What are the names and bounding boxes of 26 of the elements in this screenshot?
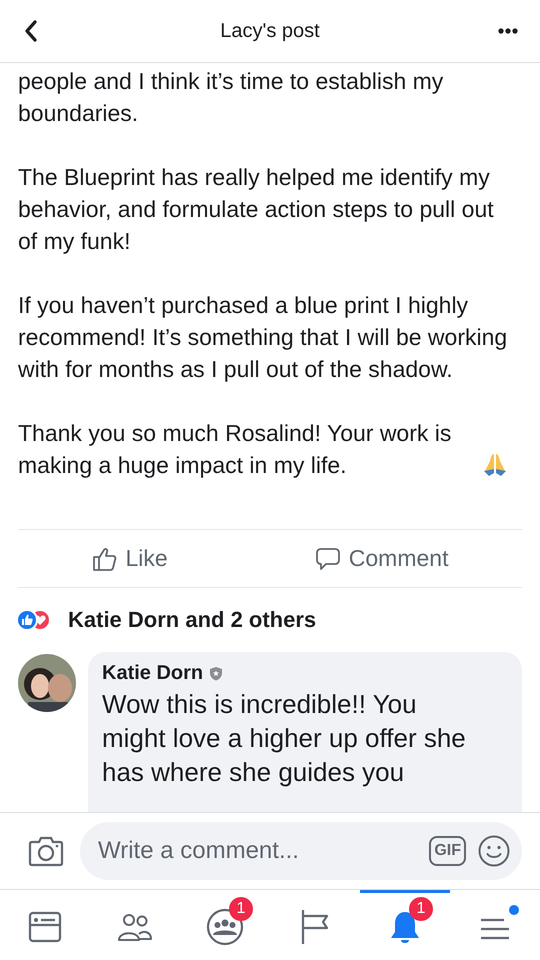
post-text: If you haven’t purchased a blue print I highly recommend! It’s something that I will be working with for months as I pull out of the shadow. xyxy=(18,292,508,382)
comment-input-field[interactable]: Write a comment... GIF xyxy=(80,822,522,880)
gif-button[interactable]: GIF xyxy=(429,836,466,866)
speech-bubble-icon xyxy=(314,546,341,572)
camera-icon[interactable] xyxy=(28,835,64,867)
post-text: people and I think it’s time to establish my boundaries. xyxy=(18,68,444,126)
reactions-summary[interactable]: Katie Dorn and 2 others xyxy=(68,607,316,633)
thumbs-up-icon xyxy=(92,546,118,572)
newsfeed-icon xyxy=(28,910,62,944)
more-icon[interactable] xyxy=(498,28,518,34)
nav-tab[interactable]: 1 xyxy=(180,890,270,960)
notification-badge: 1 xyxy=(229,897,253,921)
notification-badge: 1 xyxy=(409,897,433,921)
header-title: Lacy's post xyxy=(220,20,320,42)
nav-tab[interactable]: 1 xyxy=(360,890,450,960)
shield-icon xyxy=(209,666,224,681)
post-action-button[interactable]: Comment xyxy=(306,539,456,578)
post-action-button[interactable]: Like xyxy=(84,539,176,578)
praying-hands-icon xyxy=(482,452,508,476)
comment-author[interactable]: Katie Dorn xyxy=(102,662,204,685)
post-text: Thank you so much Rosalind! Your work is making a huge impact in my life. xyxy=(18,419,452,480)
smiley-icon[interactable] xyxy=(478,835,510,867)
flag-icon xyxy=(300,908,330,946)
post-text: The Blueprint has really helped me identify my behavior, and formulate action steps to pull out of my funk! xyxy=(18,164,494,254)
back-icon[interactable] xyxy=(24,19,38,43)
comment-text: Wow this is incredible!! You might love a higher up offer she has where she guides you xyxy=(102,688,467,789)
